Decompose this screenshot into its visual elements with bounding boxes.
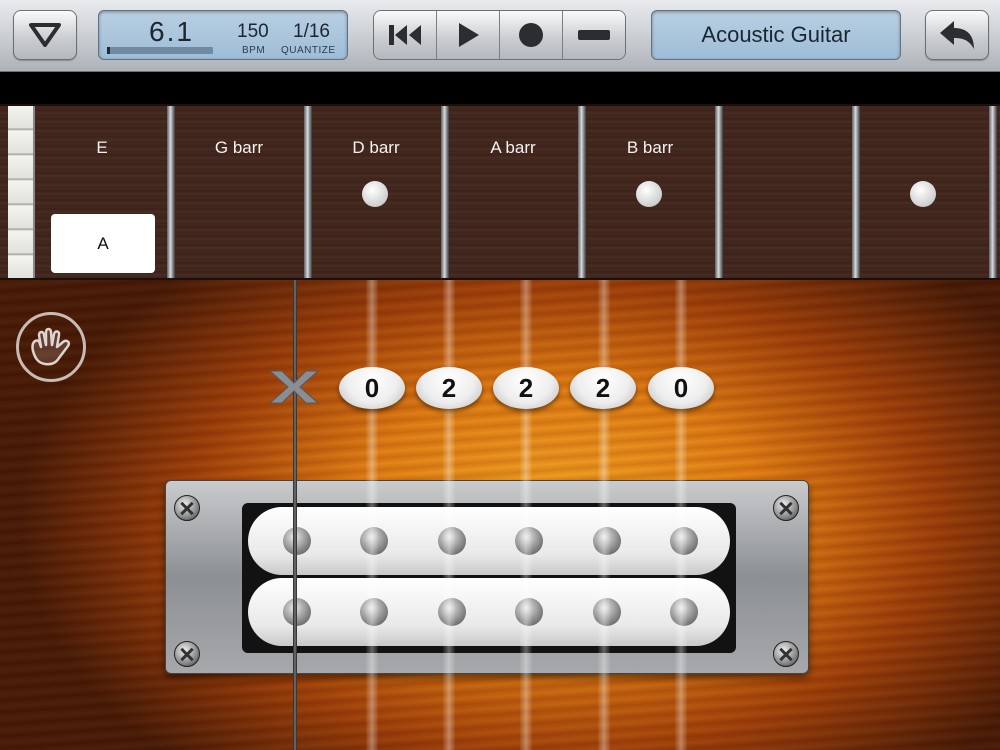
toolbar: 6.1 150 BPM 1/16 QUANTIZE Acoustic Guita… <box>0 0 1000 72</box>
pickup-coil-top <box>248 507 730 575</box>
chord-strip-e[interactable]: E <box>42 138 162 158</box>
screw-icon <box>773 641 799 667</box>
tempo-value: 150 <box>237 21 269 42</box>
play-button[interactable] <box>437 11 500 59</box>
fret-bar <box>989 106 997 278</box>
guitar-string-4[interactable] <box>443 280 455 750</box>
pickup-coils <box>242 503 736 653</box>
fret-bar <box>441 106 449 278</box>
pole-piece <box>283 527 311 555</box>
instrument-name[interactable]: Acoustic Guitar <box>651 10 901 60</box>
guitar-string-5[interactable] <box>366 280 378 750</box>
guitar-body[interactable]: 0 2 2 2 0 <box>0 280 1000 750</box>
guitar-string-6[interactable] <box>293 280 297 750</box>
guitar-nut <box>8 106 35 278</box>
triangle-down-icon <box>29 23 61 47</box>
record-button[interactable] <box>500 11 563 59</box>
string-fret-marker: 2 <box>570 367 636 409</box>
chord-strip-g-barr[interactable]: G barr <box>179 138 299 158</box>
song-progress-fill <box>107 47 111 54</box>
pickup-coil-bottom <box>248 578 730 646</box>
pickup <box>165 480 809 674</box>
selected-chord-a[interactable]: A <box>51 214 155 273</box>
screw-icon <box>174 495 200 521</box>
quantize-caption: QUANTIZE <box>281 45 336 56</box>
guitar-string-1[interactable] <box>675 280 687 750</box>
chords-notes-toggle[interactable] <box>16 312 86 382</box>
song-progress-bar[interactable] <box>107 47 213 54</box>
fret-bar <box>578 106 586 278</box>
lcd-display[interactable]: 6.1 150 BPM 1/16 QUANTIZE <box>98 10 348 60</box>
string-fret-marker: 0 <box>648 367 714 409</box>
fret-bar <box>852 106 860 278</box>
menu-button[interactable] <box>13 10 77 60</box>
rewind-button[interactable] <box>374 11 437 59</box>
fret-inlay-dot <box>362 181 388 207</box>
fret-inlay-dot <box>636 181 662 207</box>
record-icon <box>519 23 543 47</box>
chord-strip-a-barr[interactable]: A barr <box>453 138 573 158</box>
tempo-caption: BPM <box>242 45 266 56</box>
stop-button[interactable] <box>563 11 625 59</box>
back-button[interactable] <box>925 10 989 60</box>
chord-strip-b-barr[interactable]: B barr <box>590 138 710 158</box>
screw-icon <box>174 641 200 667</box>
fret-bar <box>715 106 723 278</box>
string-fret-marker: 2 <box>493 367 559 409</box>
song-position: 6.1 <box>149 16 194 47</box>
string-fret-marker: 2 <box>416 367 482 409</box>
fretboard: E G barr D barr A barr B barr A <box>0 104 1000 280</box>
fret-inlay-dot <box>910 181 936 207</box>
back-arrow-icon <box>940 21 974 49</box>
fret-bar <box>167 106 175 278</box>
stop-icon <box>578 30 610 40</box>
screw-icon <box>773 495 799 521</box>
transport-controls <box>373 10 626 60</box>
guitar-string-3[interactable] <box>520 280 532 750</box>
pole-piece <box>283 598 311 626</box>
fret-bar <box>304 106 312 278</box>
guitar-string-2[interactable] <box>598 280 610 750</box>
muted-string-x-icon <box>268 370 320 404</box>
quantize-value: 1/16 <box>293 21 330 42</box>
chord-strip-d-barr[interactable]: D barr <box>316 138 436 158</box>
string-fret-marker: 0 <box>339 367 405 409</box>
hand-icon <box>31 327 71 366</box>
rewind-icon <box>389 25 421 45</box>
play-icon <box>459 23 479 47</box>
